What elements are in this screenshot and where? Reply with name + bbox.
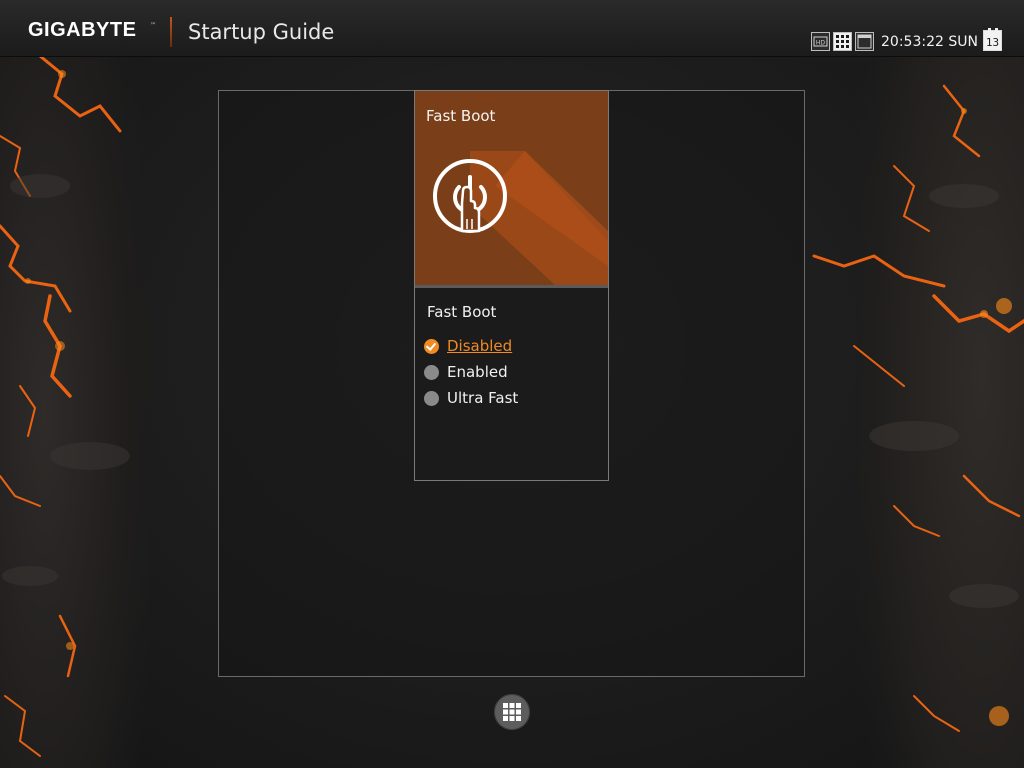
fast-boot-setting-title: Fast Boot <box>427 303 497 321</box>
option-ultra-fast[interactable]: Ultra Fast <box>424 388 518 408</box>
radio-unchecked-icon[interactable] <box>424 364 439 380</box>
lava-background-right <box>794 56 1024 768</box>
option-label[interactable]: Disabled <box>447 337 512 355</box>
option-enabled[interactable]: Enabled <box>424 362 508 382</box>
radio-checked-icon[interactable] <box>424 338 439 354</box>
window-icon[interactable] <box>855 32 874 51</box>
title-divider <box>170 17 172 47</box>
card-separator <box>415 285 608 288</box>
calendar-day: 13 <box>985 36 1000 49</box>
fast-boot-card[interactable]: Fast Boot Fast Boot Disabled Enabled Ult… <box>414 90 609 481</box>
option-label[interactable]: Enabled <box>447 363 508 381</box>
app-title: Startup Guide <box>188 20 335 44</box>
grid-menu-icon <box>503 703 521 721</box>
calendar-icon[interactable]: 13 <box>983 28 1002 51</box>
hd-icon[interactable]: HD <box>811 32 830 51</box>
radio-unchecked-icon[interactable] <box>424 390 439 406</box>
brand-trademark: ™ <box>150 22 156 29</box>
grid-menu-button[interactable] <box>494 694 530 730</box>
card-header-title: Fast Boot <box>426 107 496 125</box>
calendar-ring-right <box>995 28 998 33</box>
calendar-ring-left <box>988 28 991 33</box>
svg-text:HD: HD <box>816 40 826 47</box>
clock-display: 20:53:22 SUN <box>881 34 978 50</box>
brand-logo: GIGABYTE <box>28 19 137 41</box>
fast-boot-card-header: Fast Boot <box>415 91 608 285</box>
option-label[interactable]: Ultra Fast <box>447 389 518 407</box>
lava-background-left <box>0 56 220 768</box>
startup-guide-screen: GIGABYTE ™ Startup Guide HD 20:53:22 SUN… <box>0 0 1024 768</box>
option-disabled[interactable]: Disabled <box>424 336 512 356</box>
top-bar: GIGABYTE ™ Startup Guide HD 20:53:22 SUN… <box>0 0 1024 57</box>
grid-view-icon[interactable] <box>833 32 852 51</box>
